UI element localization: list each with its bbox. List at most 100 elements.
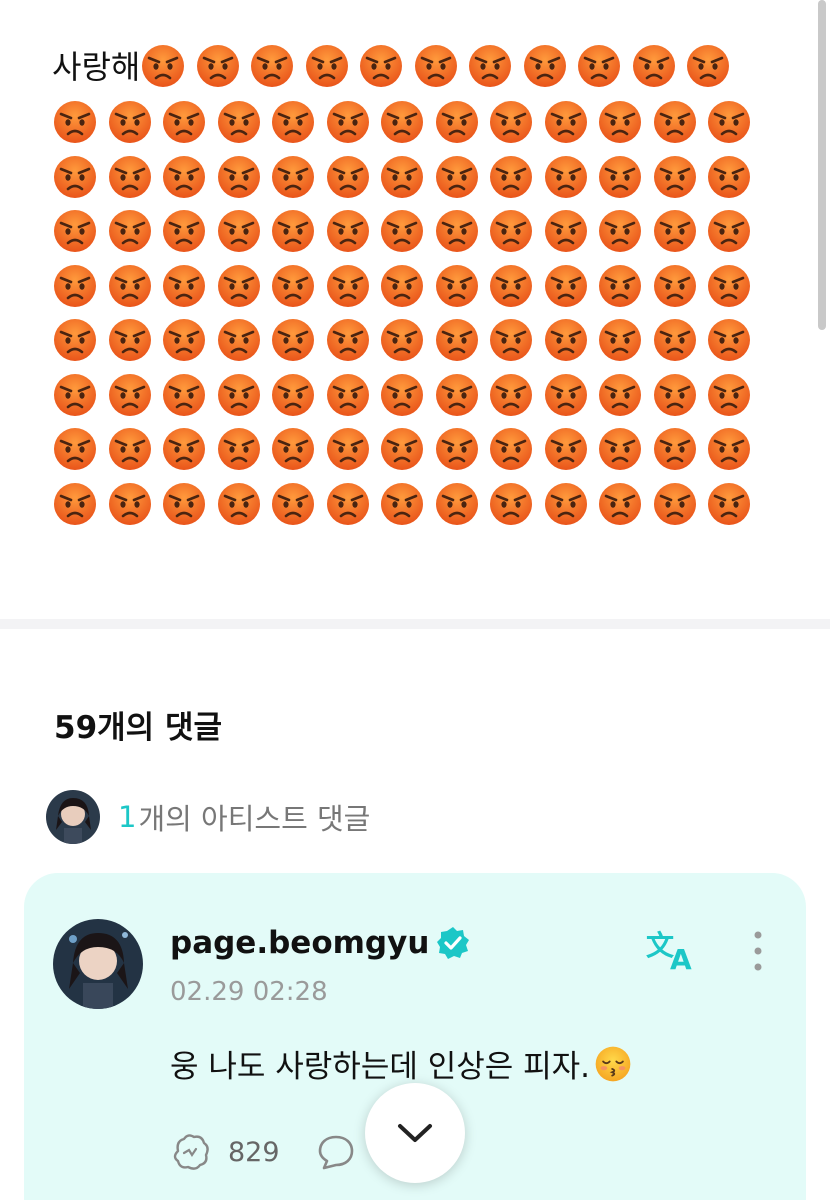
pouting-face-emoji [652, 154, 698, 200]
pouting-face-emoji [52, 208, 98, 254]
pouting-face-emoji [140, 43, 186, 89]
commenter-avatar[interactable] [53, 919, 143, 1009]
artist-comment-count: 1 [118, 800, 137, 834]
pouting-face-emoji [413, 43, 459, 89]
pouting-face-emoji [379, 99, 425, 145]
pouting-face-emoji [543, 426, 589, 472]
pouting-face-emoji [488, 317, 534, 363]
pouting-face-emoji [488, 208, 534, 254]
pouting-face-emoji [652, 317, 698, 363]
pouting-face-emoji [216, 99, 262, 145]
pouting-face-emoji [434, 99, 480, 145]
pouting-face-emoji [270, 317, 316, 363]
pouting-face-emoji [488, 99, 534, 145]
verified-icon [437, 927, 470, 959]
pouting-face-emoji [325, 154, 371, 200]
pouting-face-emoji [107, 208, 153, 254]
pouting-face-emoji [434, 426, 480, 472]
pouting-face-emoji [488, 372, 534, 418]
pouting-face-emoji [52, 263, 98, 309]
pouting-face-emoji [597, 426, 643, 472]
pouting-face-emoji [249, 43, 295, 89]
pouting-face-emoji [161, 208, 207, 254]
emoji-sequence [52, 43, 761, 525]
comment-timestamp: 02.29 02:28 [170, 977, 328, 1007]
pouting-face-emoji [304, 43, 350, 89]
pouting-face-emoji [597, 317, 643, 363]
pouting-face-emoji [52, 372, 98, 418]
artist-avatar-small [46, 790, 100, 844]
pouting-face-emoji [107, 99, 153, 145]
comment-actions: 829 [170, 1131, 356, 1173]
pouting-face-emoji [379, 481, 425, 527]
pouting-face-emoji [543, 372, 589, 418]
pouting-face-emoji [216, 481, 262, 527]
section-divider [0, 619, 830, 629]
pouting-face-emoji [107, 481, 153, 527]
pouting-face-emoji [597, 263, 643, 309]
commenter-username[interactable]: page.beomgyu [170, 925, 471, 961]
scrollbar[interactable] [818, 0, 826, 330]
post-body: 사랑해 [52, 38, 772, 530]
scroll-down-button[interactable] [365, 1083, 465, 1183]
pouting-face-emoji [434, 154, 480, 200]
pouting-face-emoji [325, 208, 371, 254]
pouting-face-emoji [652, 426, 698, 472]
pouting-face-emoji [706, 208, 752, 254]
artist-comment-label: 개의 아티스트 댓글 [138, 802, 371, 836]
more-icon[interactable] [746, 929, 770, 973]
pouting-face-emoji [543, 154, 589, 200]
pouting-face-emoji [161, 372, 207, 418]
like-count: 829 [228, 1136, 280, 1168]
pouting-face-emoji [325, 481, 371, 527]
pouting-face-emoji [652, 481, 698, 527]
pouting-face-emoji [358, 43, 404, 89]
pouting-face-emoji [270, 426, 316, 472]
pouting-face-emoji [652, 208, 698, 254]
pouting-face-emoji [325, 372, 371, 418]
pouting-face-emoji [325, 426, 371, 472]
chevron-down-icon [398, 1124, 432, 1142]
post-text: 사랑해 [52, 47, 141, 86]
pouting-face-emoji [161, 426, 207, 472]
pouting-face-emoji [52, 154, 98, 200]
pouting-face-emoji [161, 481, 207, 527]
translate-icon[interactable]: 文 A [644, 925, 700, 973]
pouting-face-emoji [379, 208, 425, 254]
pouting-face-emoji [597, 154, 643, 200]
pouting-face-emoji [597, 208, 643, 254]
pouting-face-emoji [576, 43, 622, 89]
pouting-face-emoji [216, 263, 262, 309]
pouting-face-emoji [216, 426, 262, 472]
pouting-face-emoji [379, 154, 425, 200]
pouting-face-emoji [107, 426, 153, 472]
pouting-face-emoji [543, 263, 589, 309]
pouting-face-emoji [652, 372, 698, 418]
pouting-face-emoji [488, 481, 534, 527]
pouting-face-emoji [488, 263, 534, 309]
pouting-face-emoji [652, 99, 698, 145]
pouting-face-emoji [270, 208, 316, 254]
pouting-face-emoji [107, 263, 153, 309]
like-icon[interactable] [170, 1131, 212, 1173]
pouting-face-emoji [706, 372, 752, 418]
pouting-face-emoji [216, 372, 262, 418]
pouting-face-emoji [270, 263, 316, 309]
pouting-face-emoji [706, 154, 752, 200]
pouting-face-emoji [52, 481, 98, 527]
pouting-face-emoji [434, 481, 480, 527]
pouting-face-emoji [52, 99, 98, 145]
pouting-face-emoji [325, 263, 371, 309]
pouting-face-emoji [270, 154, 316, 200]
pouting-face-emoji [706, 99, 752, 145]
pouting-face-emoji [379, 426, 425, 472]
pouting-face-emoji [52, 426, 98, 472]
pouting-face-emoji [543, 208, 589, 254]
pouting-face-emoji [434, 372, 480, 418]
pouting-face-emoji [216, 208, 262, 254]
pouting-face-emoji [543, 99, 589, 145]
pouting-face-emoji [325, 317, 371, 363]
artist-comments-summary[interactable]: 1 개의 아티스트 댓글 [46, 790, 370, 844]
reply-icon[interactable] [316, 1132, 356, 1172]
pouting-face-emoji [488, 154, 534, 200]
